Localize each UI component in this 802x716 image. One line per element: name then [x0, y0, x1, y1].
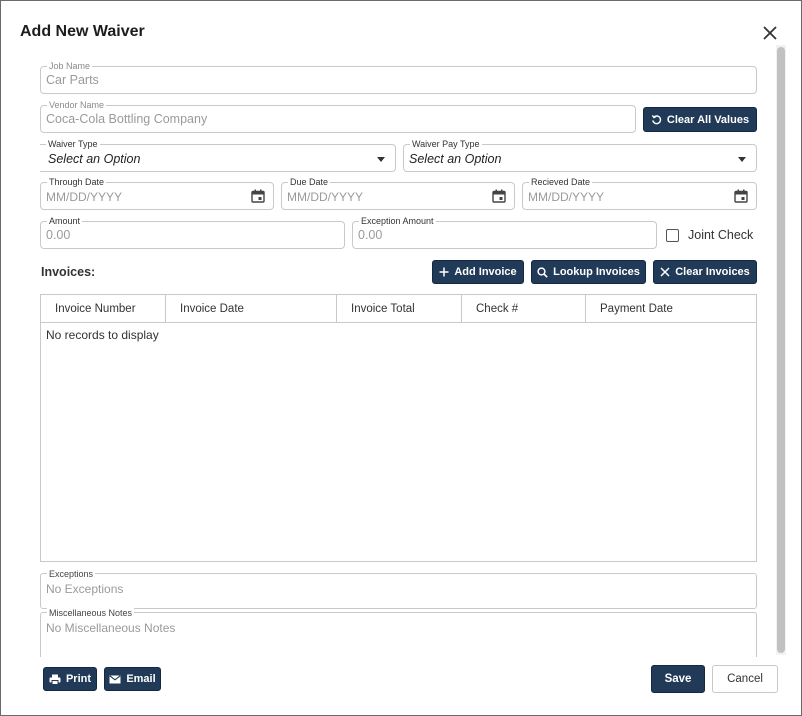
joint-check-label: Joint Check: [688, 228, 754, 242]
clear-all-values-label: Clear All Values: [666, 113, 750, 126]
add-waiver-dialog: Add New Waiver Job Name Car Parts Vendor…: [0, 0, 802, 716]
cancel-button[interactable]: Cancel: [712, 665, 778, 693]
misc-notes-value: No Miscellaneous Notes: [46, 621, 176, 635]
through-date-field[interactable]: Through Date MM/DD/YYYY: [40, 176, 274, 210]
amount-field[interactable]: Amount 0.00: [40, 215, 345, 249]
waiver-type-label: Waiver Type: [46, 138, 100, 150]
column-payment-date[interactable]: Payment Date: [586, 295, 756, 323]
waiver-pay-type-select[interactable]: Waiver Pay Type Select an Option: [403, 138, 757, 172]
joint-check-checkbox[interactable]: [666, 229, 679, 242]
column-check-number[interactable]: Check #: [462, 295, 586, 323]
scrollbar-thumb[interactable]: [777, 47, 785, 653]
misc-notes-field[interactable]: Miscellaneous Notes No Miscellaneous Not…: [40, 607, 757, 657]
empty-grid-message: No records to display: [46, 328, 159, 342]
exceptions-label: Exceptions: [47, 568, 96, 580]
undo-icon: [651, 114, 662, 125]
received-date-value: MM/DD/YYYY: [528, 190, 605, 204]
vendor-name-field[interactable]: Vendor Name Coca-Cola Bottling Company: [40, 99, 636, 133]
calendar-icon[interactable]: [734, 189, 748, 203]
exceptions-field[interactable]: Exceptions No Exceptions: [40, 568, 757, 609]
search-icon: [537, 266, 548, 278]
through-date-value: MM/DD/YYYY: [46, 190, 123, 204]
column-invoice-number[interactable]: Invoice Number: [41, 295, 166, 323]
vendor-name-label: Vendor Name: [47, 99, 107, 111]
column-invoice-total[interactable]: Invoice Total: [337, 295, 462, 323]
mail-icon: [109, 674, 121, 684]
amount-value: 0.00: [46, 228, 71, 242]
x-icon: [660, 267, 670, 277]
exception-amount-value: 0.00: [358, 228, 383, 242]
vendor-name-value: Coca-Cola Bottling Company: [46, 112, 208, 126]
due-date-label: Due Date: [288, 176, 331, 188]
amount-label: Amount: [47, 215, 83, 227]
save-button[interactable]: Save: [651, 665, 705, 693]
lookup-invoices-label: Lookup Invoices: [553, 266, 640, 278]
through-date-label: Through Date: [47, 176, 107, 188]
calendar-icon[interactable]: [251, 189, 265, 203]
exception-amount-label: Exception Amount: [359, 215, 436, 227]
add-invoice-button[interactable]: Add Invoice: [432, 260, 524, 284]
received-date-field[interactable]: Recieved Date MM/DD/YYYY: [522, 176, 757, 210]
printer-icon: [49, 674, 61, 685]
email-label: Email: [126, 673, 156, 685]
misc-notes-label: Miscellaneous Notes: [47, 607, 135, 619]
grid-header: Invoice Number Invoice Date Invoice Tota…: [41, 295, 756, 323]
due-date-field[interactable]: Due Date MM/DD/YYYY: [281, 176, 515, 210]
print-label: Print: [65, 673, 92, 685]
chevron-down-icon: [377, 157, 385, 162]
due-date-value: MM/DD/YYYY: [287, 190, 364, 204]
calendar-icon[interactable]: [492, 189, 506, 203]
job-name-label: Job Name: [47, 60, 93, 72]
invoices-label: Invoices:: [41, 265, 96, 279]
waiver-pay-type-label: Waiver Pay Type: [410, 138, 482, 150]
exceptions-value: No Exceptions: [46, 582, 124, 596]
email-button[interactable]: Email: [104, 667, 161, 691]
invoices-grid: Invoice Number Invoice Date Invoice Tota…: [40, 294, 757, 562]
lookup-invoices-button[interactable]: Lookup Invoices: [531, 260, 646, 284]
print-button[interactable]: Print: [43, 667, 97, 691]
job-name-value: Car Parts: [46, 73, 99, 87]
exception-amount-field[interactable]: Exception Amount 0.00: [352, 215, 657, 249]
chevron-down-icon: [738, 157, 746, 162]
clear-invoices-label: Clear Invoices: [675, 266, 750, 278]
waiver-type-value: Select an Option: [48, 152, 141, 166]
clear-all-values-button[interactable]: Clear All Values: [643, 107, 757, 132]
received-date-label: Recieved Date: [529, 176, 593, 188]
column-invoice-date[interactable]: Invoice Date: [166, 295, 337, 323]
clear-invoices-button[interactable]: Clear Invoices: [653, 260, 757, 284]
job-name-field[interactable]: Job Name Car Parts: [40, 60, 757, 94]
waiver-pay-type-value: Select an Option: [409, 152, 502, 166]
dialog-title: Add New Waiver: [20, 23, 145, 40]
add-invoice-label: Add Invoice: [454, 266, 517, 278]
plus-icon: [439, 267, 449, 277]
close-icon[interactable]: [761, 24, 779, 42]
waiver-type-select[interactable]: Waiver Type Select an Option: [40, 138, 396, 172]
